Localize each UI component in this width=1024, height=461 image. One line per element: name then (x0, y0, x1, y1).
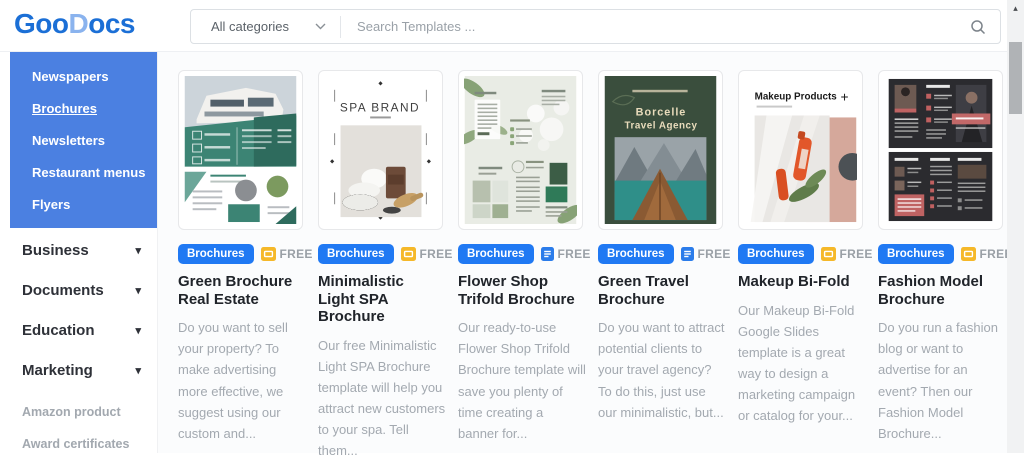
search-icon (970, 19, 986, 35)
travel-thumb-line1: Borcelle (636, 106, 687, 118)
badge-brochures[interactable]: Brochures (318, 244, 394, 264)
logo[interactable]: GooDocs (14, 8, 135, 40)
google-docs-icon (681, 247, 694, 261)
free-badge: FREE (821, 247, 873, 261)
free-badge: FREE (401, 247, 453, 261)
badge-brochures[interactable]: Brochures (878, 244, 954, 264)
google-slides-icon (821, 247, 836, 261)
template-title[interactable]: Minimalistic Light SPA Brochure (318, 273, 443, 326)
free-label: FREE (698, 247, 731, 261)
scrollbar-thumb[interactable] (1009, 42, 1022, 114)
sidebar: Newspapers Brochures Newsletters Restaur… (0, 52, 158, 453)
badge-brochures[interactable]: Brochures (738, 244, 814, 264)
category-label: Education (22, 322, 95, 339)
template-description: Do you want to sell your property? To ma… (178, 317, 306, 443)
sidebar-featured-group: Newspapers Brochures Newsletters Restaur… (10, 52, 157, 228)
google-slides-icon (961, 247, 976, 261)
sidebar-item-documents[interactable]: Documents ▾ (22, 270, 157, 310)
logo-part1: Goo (14, 8, 69, 39)
plus-icon: + (840, 89, 848, 105)
template-card: Brochures FREE Green Brochure Real Estat… (178, 70, 303, 461)
free-badge: FREE (961, 247, 1013, 261)
sidebar-item-restaurant-menus[interactable]: Restaurant menus (32, 156, 157, 188)
google-slides-icon (261, 247, 276, 261)
template-card: Borcelle Travel Agency Brochures FREE (598, 70, 723, 461)
google-slides-icon (401, 247, 416, 261)
template-description: Our free Minimalistic Light SPA Brochure… (318, 335, 446, 461)
free-label: FREE (840, 247, 873, 261)
template-grid: Brochures FREE Green Brochure Real Estat… (158, 52, 1007, 453)
template-title[interactable]: Flower Shop Trifold Brochure (458, 273, 583, 308)
sidebar-category-group: Business ▾ Documents ▾ Education ▾ Marke… (0, 228, 157, 390)
template-description: Our ready-to-use Flower Shop Trifold Bro… (458, 317, 586, 443)
category-label: Documents (22, 282, 104, 299)
free-label: FREE (420, 247, 453, 261)
google-docs-icon (541, 247, 554, 261)
free-badge: FREE (681, 247, 731, 261)
free-label: FREE (558, 247, 591, 261)
sidebar-item-marketing[interactable]: Marketing ▾ (22, 350, 157, 390)
header: GooDocs All categories (0, 0, 1007, 52)
template-card: Brochures FREE Flower Shop Trifold Broch… (458, 70, 583, 461)
template-thumbnail-fashion[interactable] (878, 70, 1003, 230)
template-title[interactable]: Green Travel Brochure (598, 273, 723, 308)
template-thumbnail-spa[interactable]: SPA BRAND (318, 70, 443, 230)
template-thumbnail-makeup[interactable]: Makeup Products + (738, 70, 863, 230)
category-label: Marketing (22, 362, 93, 379)
free-badge: FREE (261, 247, 313, 261)
search-button[interactable] (956, 19, 1000, 35)
template-description: Our Makeup Bi-Fold Google Slides templat… (738, 300, 866, 426)
category-dropdown-label: All categories (211, 19, 289, 34)
caret-down-icon: ▾ (135, 364, 141, 377)
scroll-up-arrow[interactable]: ▴ (1007, 0, 1024, 15)
chevron-down-icon (315, 23, 326, 30)
spa-thumb-heading: SPA BRAND (340, 101, 420, 115)
template-title[interactable]: Fashion Model Brochure (878, 273, 1003, 308)
sidebar-item-brochures[interactable]: Brochures (32, 92, 157, 124)
travel-thumb-line2: Travel Agency (625, 120, 698, 131)
sidebar-item-education[interactable]: Education ▾ (22, 310, 157, 350)
caret-down-icon: ▾ (135, 324, 141, 337)
template-title[interactable]: Makeup Bi-Fold (738, 273, 863, 291)
badge-brochures[interactable]: Brochures (598, 244, 674, 264)
sidebar-item-business[interactable]: Business ▾ (22, 230, 157, 270)
sidebar-item-newsletters[interactable]: Newsletters (32, 124, 157, 156)
badge-brochures[interactable]: Brochures (178, 244, 254, 264)
template-thumbnail-real-estate[interactable] (178, 70, 303, 230)
free-label: FREE (280, 247, 313, 261)
category-label: Business (22, 242, 89, 259)
logo-part3: ocs (88, 8, 135, 39)
sidebar-item-amazon-product[interactable]: Amazon product (22, 396, 157, 428)
template-card: SPA BRAND Brochures (318, 70, 443, 461)
sidebar-item-award-certificates[interactable]: Award certificates (22, 428, 157, 460)
template-description: Do you want to attract potential clients… (598, 317, 726, 422)
template-title[interactable]: Green Brochure Real Estate (178, 273, 303, 308)
caret-down-icon: ▾ (135, 244, 141, 257)
search-bar: All categories (190, 9, 1001, 44)
badge-brochures[interactable]: Brochures (458, 244, 534, 264)
sidebar-sub-group: Amazon product Award certificates (0, 390, 157, 460)
template-card: Makeup Products + Brochures (738, 70, 863, 461)
template-card: Brochures FREE Fashion Model Brochure Do… (878, 70, 1003, 461)
template-thumbnail-flower-shop[interactable] (458, 70, 583, 230)
template-thumbnail-travel[interactable]: Borcelle Travel Agency (598, 70, 723, 230)
template-description: Do you run a fashion blog or want to adv… (878, 317, 1006, 443)
category-dropdown[interactable]: All categories (191, 19, 340, 34)
sidebar-item-newspapers[interactable]: Newspapers (32, 60, 157, 92)
makeup-thumb-heading: Makeup Products (755, 92, 838, 103)
logo-part2: D (69, 8, 89, 39)
vertical-scrollbar[interactable]: ▴ (1007, 0, 1024, 453)
free-badge: FREE (541, 247, 591, 261)
sidebar-item-flyers[interactable]: Flyers (32, 188, 157, 220)
search-input[interactable] (341, 19, 956, 34)
caret-down-icon: ▾ (135, 284, 141, 297)
